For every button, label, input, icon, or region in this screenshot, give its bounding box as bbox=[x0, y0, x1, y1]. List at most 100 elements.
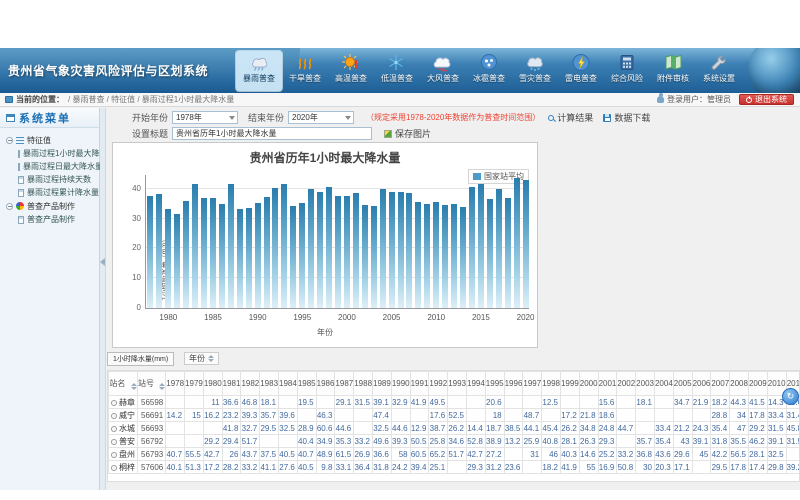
col-header-year-1993[interactable]: 1993 bbox=[448, 372, 467, 396]
sidebar-group[interactable]: 普查产品制作 bbox=[4, 199, 99, 213]
bar-1980[interactable] bbox=[165, 209, 171, 308]
col-header-year-1995[interactable]: 1995 bbox=[485, 372, 504, 396]
collapse-arrow-icon[interactable] bbox=[100, 258, 105, 266]
calc-result-button[interactable]: 计算结果 bbox=[548, 111, 593, 124]
col-header-year-1989[interactable]: 1989 bbox=[373, 372, 392, 396]
row-radio[interactable] bbox=[111, 439, 117, 445]
nav-item-drought[interactable]: 干旱普查 bbox=[282, 51, 328, 91]
col-header-year-2007[interactable]: 2007 bbox=[711, 372, 730, 396]
bar-1989[interactable] bbox=[246, 208, 252, 308]
col-header-year-1997[interactable]: 1997 bbox=[523, 372, 542, 396]
bar-1987[interactable] bbox=[228, 184, 234, 308]
tab-hourly-precip[interactable]: 1小时降水量(mm) bbox=[107, 352, 174, 366]
bar-2019[interactable] bbox=[514, 178, 520, 308]
col-header-year-2005[interactable]: 2005 bbox=[673, 372, 692, 396]
col-header-year-1981[interactable]: 1981 bbox=[222, 372, 241, 396]
row-radio[interactable] bbox=[111, 413, 117, 419]
col-header-year-1990[interactable]: 1990 bbox=[391, 372, 410, 396]
col-header-year-1999[interactable]: 1999 bbox=[560, 372, 579, 396]
bar-1998[interactable] bbox=[326, 187, 332, 308]
col-header-year-1985[interactable]: 1985 bbox=[297, 372, 316, 396]
sidebar-item[interactable]: 暴雨过程日最大降水量 bbox=[4, 160, 99, 173]
bar-2004[interactable] bbox=[380, 189, 386, 308]
col-header-year-1998[interactable]: 1998 bbox=[542, 372, 561, 396]
bar-2017[interactable] bbox=[496, 189, 502, 308]
chart-title-input[interactable]: 贵州省历年1小时最大降水量 bbox=[172, 127, 372, 140]
col-header-year-1987[interactable]: 1987 bbox=[335, 372, 354, 396]
bar-1988[interactable] bbox=[237, 209, 243, 308]
sidebar-item[interactable]: 暴雨过程持续天数 bbox=[4, 173, 99, 186]
col-header-year-1986[interactable]: 1986 bbox=[316, 372, 335, 396]
col-header-year-1996[interactable]: 1996 bbox=[504, 372, 523, 396]
col-header-year-1991[interactable]: 1991 bbox=[410, 372, 429, 396]
col-header-station-name[interactable]: 站名 bbox=[109, 372, 138, 396]
col-header-year-2008[interactable]: 2008 bbox=[730, 372, 749, 396]
row-radio[interactable] bbox=[111, 452, 117, 458]
bar-2003[interactable] bbox=[371, 206, 377, 308]
start-year-select[interactable]: 1978年 bbox=[172, 111, 238, 124]
nav-item-settings[interactable]: 系统设置 bbox=[696, 51, 742, 91]
bar-1993[interactable] bbox=[281, 184, 287, 308]
bar-1999[interactable] bbox=[335, 196, 341, 308]
tree-toggle-icon[interactable] bbox=[6, 203, 13, 210]
col-header-year-1982[interactable]: 1982 bbox=[241, 372, 260, 396]
bar-2008[interactable] bbox=[415, 202, 421, 308]
bar-1995[interactable] bbox=[299, 203, 305, 308]
nav-item-rainstorm[interactable]: 暴雨普查 bbox=[236, 51, 282, 91]
col-header-year-1988[interactable]: 1988 bbox=[354, 372, 373, 396]
bar-2002[interactable] bbox=[362, 205, 368, 308]
col-header-year-2003[interactable]: 2003 bbox=[636, 372, 655, 396]
sidebar-item[interactable]: 普查产品制作 bbox=[4, 213, 99, 226]
col-header-year-2006[interactable]: 2006 bbox=[692, 372, 711, 396]
bar-2001[interactable] bbox=[353, 193, 359, 308]
sidebar-item[interactable]: 暴雨过程累计降水量 bbox=[4, 186, 99, 199]
col-header-year-1992[interactable]: 1992 bbox=[429, 372, 448, 396]
sidebar-group[interactable]: 特征值 bbox=[4, 133, 99, 147]
col-header-year-2009[interactable]: 2009 bbox=[748, 372, 767, 396]
save-image-button[interactable]: 保存图片 bbox=[384, 127, 431, 140]
bar-2020[interactable] bbox=[523, 180, 529, 308]
bar-2018[interactable] bbox=[505, 198, 511, 308]
col-header-year-1980[interactable]: 1980 bbox=[203, 372, 222, 396]
col-header-year-2004[interactable]: 2004 bbox=[654, 372, 673, 396]
nav-item-risk[interactable]: 综合风险 bbox=[604, 51, 650, 91]
bar-1986[interactable] bbox=[219, 204, 225, 308]
bar-2006[interactable] bbox=[398, 192, 404, 308]
bar-1990[interactable] bbox=[255, 203, 261, 308]
nav-item-heat[interactable]: 高温普查 bbox=[328, 51, 374, 91]
sidebar-item[interactable]: 暴雨过程1小时最大降水量 bbox=[4, 147, 99, 160]
end-year-select[interactable]: 2020年 bbox=[288, 111, 354, 124]
nav-item-hail[interactable]: 冰雹普查 bbox=[466, 51, 512, 91]
bar-1981[interactable] bbox=[174, 214, 180, 308]
bar-1979[interactable] bbox=[156, 194, 162, 308]
nav-item-cold[interactable]: 低温普查 bbox=[374, 51, 420, 91]
bar-2000[interactable] bbox=[344, 196, 350, 308]
bar-2010[interactable] bbox=[433, 202, 439, 308]
col-header-year-2000[interactable]: 2000 bbox=[579, 372, 598, 396]
nav-item-lightning[interactable]: 雷电普查 bbox=[558, 51, 604, 91]
col-header-station-id[interactable]: 站号 bbox=[138, 372, 166, 396]
bar-2011[interactable] bbox=[442, 205, 448, 308]
bar-2009[interactable] bbox=[424, 204, 430, 308]
bar-1991[interactable] bbox=[264, 197, 270, 308]
nav-item-review[interactable]: 附件审核 bbox=[650, 51, 696, 91]
col-header-year-1979[interactable]: 1979 bbox=[185, 372, 204, 396]
bar-1992[interactable] bbox=[272, 188, 278, 308]
col-header-year-2002[interactable]: 2002 bbox=[617, 372, 636, 396]
bar-2014[interactable] bbox=[469, 187, 475, 308]
bar-1994[interactable] bbox=[290, 206, 296, 308]
nav-item-snow[interactable]: 雪灾普查 bbox=[512, 51, 558, 91]
data-download-button[interactable]: 数据下载 bbox=[603, 111, 650, 124]
year-sort-control[interactable]: 年份 bbox=[184, 352, 219, 365]
col-header-year-1978[interactable]: 1978 bbox=[166, 372, 185, 396]
col-header-year-1983[interactable]: 1983 bbox=[260, 372, 279, 396]
bar-1978[interactable] bbox=[147, 196, 153, 308]
col-header-year-1994[interactable]: 1994 bbox=[467, 372, 486, 396]
bar-1984[interactable] bbox=[201, 198, 207, 308]
nav-item-wind[interactable]: 大风普查 bbox=[420, 51, 466, 91]
bar-2015[interactable] bbox=[478, 184, 484, 308]
row-radio[interactable] bbox=[111, 426, 117, 432]
floating-widget-icon[interactable]: ↻ bbox=[782, 388, 799, 405]
bar-2016[interactable] bbox=[487, 199, 493, 308]
bar-2005[interactable] bbox=[389, 192, 395, 308]
